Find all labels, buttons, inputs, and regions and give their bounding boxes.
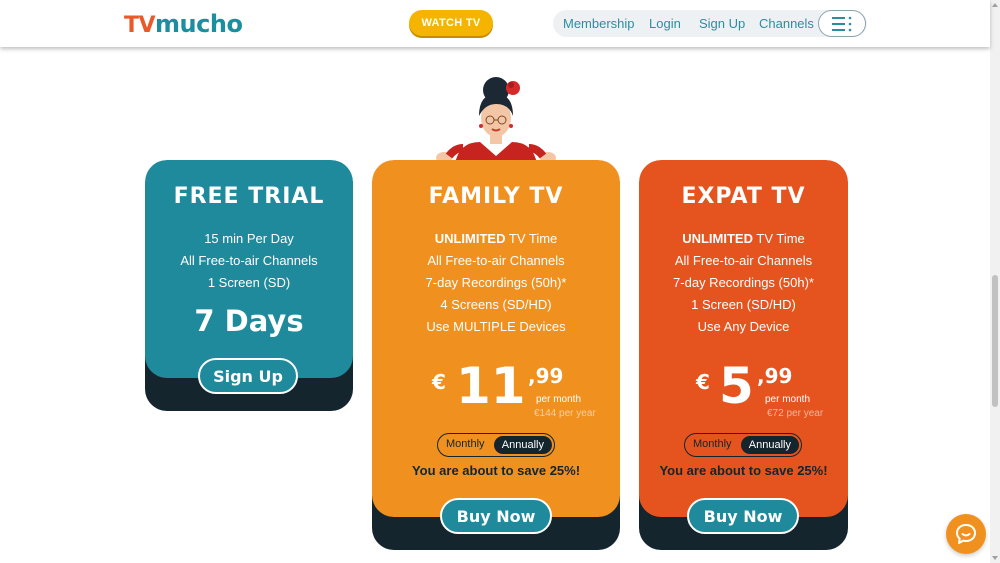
- plan-title: FREE TRIAL: [173, 184, 325, 209]
- price-decimal: ,99: [757, 364, 793, 388]
- tvmucho-logo[interactable]: TV mucho: [124, 10, 243, 38]
- feature-item: 1 Screen (SD/HD): [691, 297, 796, 312]
- feature-item: 7-day Recordings (50h)*: [425, 275, 567, 290]
- feature-item: UNLIMITED TV Time: [639, 228, 848, 250]
- toggle-annually[interactable]: Annually: [493, 436, 552, 454]
- toggle-monthly[interactable]: Monthly: [446, 438, 485, 450]
- feature-rest: TV Time: [505, 231, 558, 246]
- card-face: EXPAT TV UNLIMITED TV Time All Free-to-a…: [639, 160, 848, 517]
- plan-features: UNLIMITED TV Time All Free-to-air Channe…: [639, 228, 848, 338]
- currency-symbol: €: [432, 370, 446, 394]
- plan-title: FAMILY TV: [428, 184, 564, 209]
- chat-bubble-icon: [956, 524, 976, 544]
- feature-item: All Free-to-air Channels: [180, 253, 318, 268]
- page-scrollbar[interactable]: [990, 0, 1000, 563]
- feature-item: Use MULTIPLE Devices: [426, 319, 566, 334]
- card-face: FAMILY TV UNLIMITED TV Time All Free-to-…: [372, 160, 620, 517]
- menu-button[interactable]: [818, 10, 866, 37]
- feature-highlight: UNLIMITED: [434, 231, 506, 246]
- toggle-monthly[interactable]: Monthly: [693, 438, 732, 450]
- price-integer: 5: [719, 357, 754, 415]
- feature-item: All Free-to-air Channels: [674, 253, 813, 268]
- buy-now-button[interactable]: Buy Now: [440, 498, 552, 534]
- billing-toggle[interactable]: Monthly Annually: [684, 433, 802, 457]
- price-decimal: ,99: [528, 364, 564, 388]
- price-integer: 11: [456, 357, 526, 415]
- feature-item: 15 min Per Day: [204, 231, 294, 246]
- price-period: per month: [765, 394, 811, 405]
- nav-channels[interactable]: Channels: [759, 16, 814, 31]
- toggle-annually[interactable]: Annually: [740, 436, 799, 454]
- flamenco-woman-illustration: [436, 77, 556, 164]
- scroll-thumb[interactable]: [992, 275, 998, 407]
- scroll-down-arrow-icon[interactable]: [992, 556, 998, 560]
- plan-title: EXPAT TV: [681, 184, 806, 209]
- nav-login[interactable]: Login: [649, 16, 681, 31]
- trial-duration: 7 Days: [194, 304, 304, 338]
- nav-signup[interactable]: Sign Up: [699, 16, 745, 31]
- price-yearly: €72 per year: [767, 408, 824, 419]
- feature-item: All Free-to-air Channels: [427, 253, 565, 268]
- price-block: € 11 ,99 per month €144 per year: [372, 357, 620, 419]
- feature-item: Use Any Device: [697, 319, 790, 334]
- sign-up-button[interactable]: Sign Up: [198, 358, 298, 394]
- savings-message: You are about to save 25%!: [411, 463, 581, 478]
- plan-card-free-trial: FREE TRIAL 15 min Per Day All Free-to-ai…: [145, 160, 353, 411]
- currency-symbol: €: [696, 370, 710, 394]
- site-header: TV mucho WATCH TV Membership Login Sign U…: [0, 0, 990, 47]
- plan-features: UNLIMITED TV Time All Free-to-air Channe…: [372, 228, 620, 338]
- card-face: FREE TRIAL 15 min Per Day All Free-to-ai…: [145, 160, 353, 378]
- plan-card-expat-tv: EXPAT TV UNLIMITED TV Time All Free-to-a…: [639, 160, 848, 550]
- price-period: per month: [536, 394, 582, 405]
- price-block: € 5 ,99 per month €72 per year: [639, 357, 848, 419]
- chat-widget-button[interactable]: [946, 514, 986, 554]
- scroll-up-arrow-icon[interactable]: [992, 3, 998, 7]
- feature-item: 7-day Recordings (50h)*: [673, 275, 814, 290]
- watch-tv-button[interactable]: WATCH TV: [409, 10, 493, 36]
- price-yearly: €144 per year: [534, 408, 596, 419]
- savings-message: You are about to save 25%!: [659, 463, 828, 478]
- menu-dots-icon: [832, 16, 852, 31]
- billing-toggle[interactable]: Monthly Annually: [437, 433, 555, 457]
- logo-mucho-text: mucho: [155, 10, 243, 38]
- feature-item: UNLIMITED TV Time: [372, 228, 620, 250]
- feature-highlight: UNLIMITED: [682, 231, 753, 246]
- buy-now-button[interactable]: Buy Now: [687, 498, 799, 534]
- logo-tv-text: TV: [124, 13, 156, 38]
- feature-item: 1 Screen (SD): [207, 275, 291, 290]
- feature-rest: TV Time: [753, 231, 805, 246]
- feature-item: 4 Screens (SD/HD): [440, 297, 552, 312]
- plan-card-family-tv: FAMILY TV UNLIMITED TV Time All Free-to-…: [372, 160, 620, 550]
- nav-membership[interactable]: Membership: [563, 16, 635, 31]
- plan-features: 15 min Per Day All Free-to-air Channels …: [145, 228, 353, 294]
